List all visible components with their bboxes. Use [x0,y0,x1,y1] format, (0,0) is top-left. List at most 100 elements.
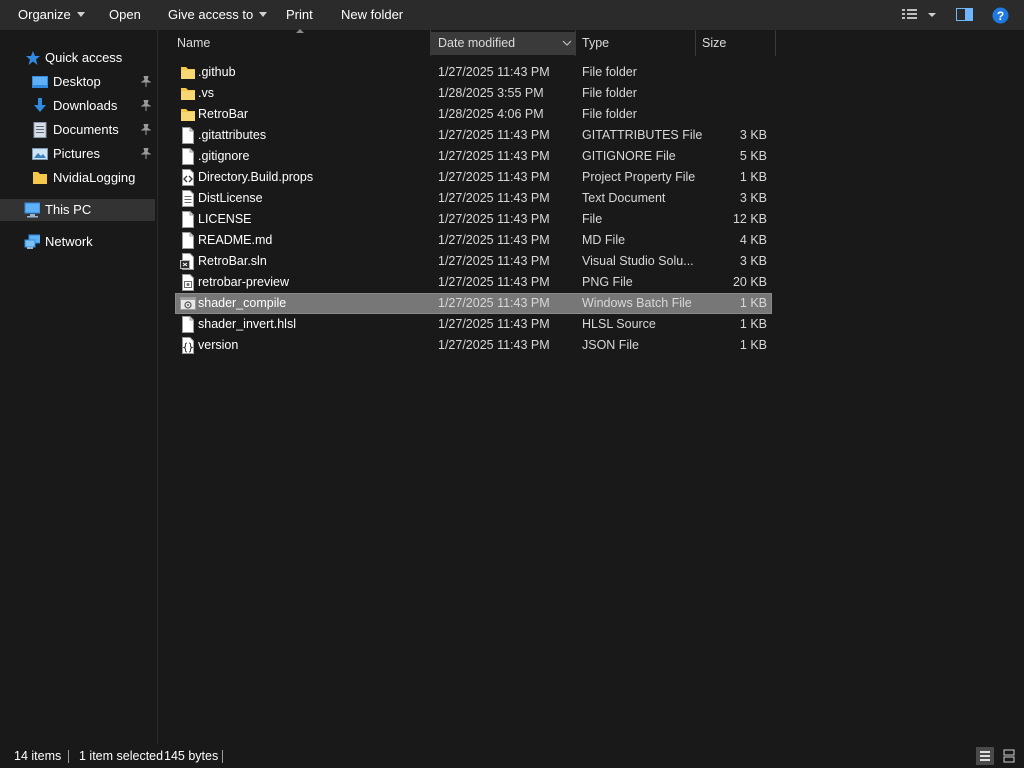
give-access-button[interactable]: Give access to [168,0,268,30]
file-size: 1 KB [739,296,767,310]
file-name: RetroBar [198,107,249,121]
file-row[interactable]: .vs 1/28/2025 3:55 PM File folder [175,83,772,104]
folder-icon [181,67,195,79]
file-size: 4 KB [739,233,767,247]
pin-icon [141,76,151,87]
nav-documents[interactable]: Documents [0,119,155,141]
file-name: README.md [198,233,273,247]
file-type: File [582,212,603,226]
organize-button[interactable]: Organize [18,0,85,30]
nav-label: Network [45,234,93,249]
nav-this-pc[interactable]: This PC [0,199,155,221]
file-type: File folder [582,107,637,121]
file-size: 1 KB [739,338,767,352]
selection-size: 145 bytes [164,749,219,763]
nav-label: Quick access [45,50,123,65]
nav-downloads[interactable]: Downloads [0,95,155,117]
file-date-modified: 1/27/2025 11:43 PM [438,317,550,331]
nav-desktop[interactable]: Desktop [0,71,155,93]
file-type: Text Document [582,191,666,205]
file-type: File folder [582,86,637,100]
file-row[interactable]: LICENSE 1/27/2025 11:43 PM File 12 KB [175,209,772,230]
file-size: 1 KB [739,317,767,331]
network-icon [24,234,40,249]
file-date-modified: 1/27/2025 11:43 PM [438,170,550,184]
nav-label: Documents [53,122,119,137]
file-row[interactable]: RetroBar 1/28/2025 4:06 PM File folder [175,104,772,125]
column-separator[interactable] [430,30,431,56]
batch-file-icon [180,297,196,310]
column-header-size[interactable]: Size [702,30,726,56]
preview-pane-icon[interactable] [956,7,974,23]
print-button[interactable]: Print [286,0,313,30]
nav-label: Downloads [53,98,118,113]
file-icon [182,232,194,249]
file-size: 1 KB [739,170,767,184]
file-row[interactable]: version 1/27/2025 11:43 PM JSON File 1 KB [175,335,772,356]
nav-pictures[interactable]: Pictures [0,143,155,165]
file-row[interactable]: README.md 1/27/2025 11:43 PM MD File 4 KB [175,230,772,251]
change-view-icon[interactable] [902,7,938,23]
column-separator[interactable] [575,30,576,56]
solution-file-icon [180,253,194,270]
file-icon [182,211,194,228]
file-date-modified: 1/27/2025 11:43 PM [438,233,550,247]
file-type: Project Property File [582,170,696,184]
chevron-down-icon [76,12,85,17]
open-button[interactable]: Open [109,0,141,30]
column-separator[interactable] [695,30,696,56]
nav-nvidialogging[interactable]: NvidiaLogging [0,167,155,189]
file-icon [182,148,194,165]
command-bar: Organize Open Give access to Print New f… [0,0,1024,30]
organize-label: Organize [18,7,71,22]
file-name: .gitattributes [198,128,267,142]
file-row[interactable]: Directory.Build.props 1/27/2025 11:43 PM P… [175,167,772,188]
file-name: shader_compile [198,296,287,310]
details-view-icon[interactable] [976,747,994,765]
column-label: Size [702,36,727,50]
file-date-modified: 1/27/2025 11:43 PM [438,296,550,310]
column-separator[interactable] [775,30,776,56]
new-folder-button[interactable]: New folder [341,0,403,30]
status-separator [68,750,69,763]
file-row[interactable]: shader_compile 1/27/2025 11:43 PM Windows … [175,293,772,314]
status-bar: 14 items 1 item selected 145 bytes [0,744,1024,768]
file-name: retrobar-preview [198,275,290,289]
file-size: 20 KB [732,275,767,289]
file-size: 5 KB [739,149,767,163]
help-icon[interactable]: ? [992,7,1009,24]
file-row[interactable]: .github 1/27/2025 11:43 PM File folder [175,62,772,83]
column-header-name[interactable]: Name [177,30,210,56]
file-type: MD File [582,233,626,247]
image-file-icon [182,274,194,291]
file-date-modified: 1/28/2025 3:55 PM [438,86,544,100]
nav-quick-access[interactable]: Quick access [0,47,155,69]
nav-label: Desktop [53,74,101,89]
file-row[interactable]: .gitattributes 1/27/2025 11:43 PM GITATTRI… [175,125,772,146]
nav-label: NvidiaLogging [53,170,136,185]
file-name: shader_invert.hlsl [198,317,296,331]
desktop-icon [32,76,48,88]
column-header-type[interactable]: Type [582,30,609,56]
selection-count: 1 item selected [79,749,164,763]
file-row[interactable]: RetroBar.sln 1/27/2025 11:43 PM Visual Stu… [175,251,772,272]
pane-divider[interactable] [157,30,158,744]
pin-icon [141,100,151,111]
chevron-down-icon[interactable] [562,39,572,47]
folder-icon [181,88,195,100]
file-date-modified: 1/27/2025 11:43 PM [438,275,550,289]
file-row[interactable]: DistLicense 1/27/2025 11:43 PM Text Docume… [175,188,772,209]
pin-icon [141,124,151,135]
column-label: Name [177,36,211,50]
large-icons-view-icon[interactable] [1000,747,1018,765]
file-row[interactable]: shader_invert.hlsl 1/27/2025 11:43 PM HLSL… [175,314,772,335]
column-header-date[interactable]: Date modified [438,30,515,56]
file-row[interactable]: retrobar-preview 1/27/2025 11:43 PM PNG Fi… [175,272,772,293]
file-size: 3 KB [739,254,767,268]
documents-icon [33,122,47,138]
file-name: LICENSE [198,212,252,226]
nav-network[interactable]: Network [0,231,155,253]
column-label: Date modified [438,36,516,50]
file-date-modified: 1/27/2025 11:43 PM [438,212,550,226]
file-row[interactable]: .gitignore 1/27/2025 11:43 PM GITIGNORE Fi… [175,146,772,167]
